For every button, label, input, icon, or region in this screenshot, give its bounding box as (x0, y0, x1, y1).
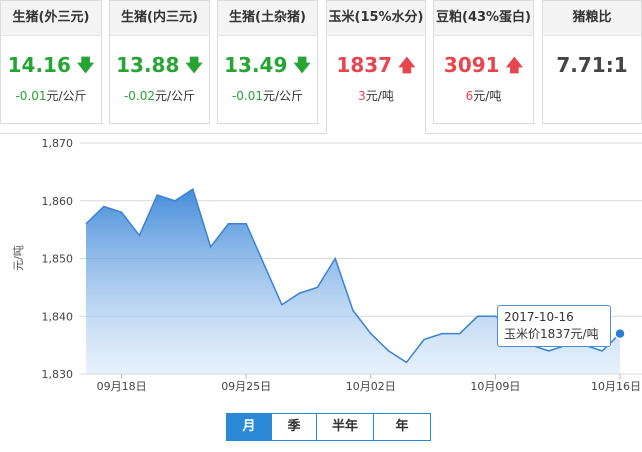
y-tick-label: 1,870 (42, 137, 74, 150)
chart-tooltip: 2017-10-16 玉米价1837元/吨 (497, 305, 611, 347)
x-tick-label: 10月16日 (591, 380, 641, 393)
y-axis-label: 元/吨 (12, 245, 25, 271)
x-tick-label: 09月25日 (221, 380, 271, 393)
x-tick-label: 10月02日 (346, 380, 396, 393)
tooltip-value: 玉米价1837元/吨 (504, 327, 599, 341)
period-month-button[interactable]: 月 (227, 414, 271, 440)
x-tick-label: 09月18日 (97, 380, 147, 393)
tooltip-date: 2017-10-16 (504, 310, 574, 324)
price-chart: 1,870 1,860 1,850 1,840 1,830 09月18日 09月25日 10… (12, 137, 642, 393)
period-half-year-button[interactable]: 半年 (316, 414, 373, 440)
period-year-button[interactable]: 年 (373, 414, 430, 440)
highlight-point[interactable] (614, 327, 626, 340)
card-corn[interactable]: 玉米(15%水分) 1837 🡅 3元/吨 (326, 0, 426, 134)
y-tick-label: 1,850 (42, 253, 74, 266)
card-title: 玉米(15%水分) (327, 1, 425, 36)
x-tick-label: 10月09日 (470, 380, 520, 393)
arrow-up-icon: 🡅 (398, 56, 416, 76)
card-change: 3元/吨 (358, 89, 394, 103)
period-quarter-button[interactable]: 季 (271, 414, 316, 440)
y-tick-label: 1,860 (42, 195, 74, 208)
card-price: 1837 🡅 (327, 53, 425, 82)
y-tick-label: 1,830 (42, 368, 74, 381)
y-tick-label: 1,840 (42, 310, 74, 323)
period-switcher: 月 季 半年 年 (226, 413, 431, 441)
